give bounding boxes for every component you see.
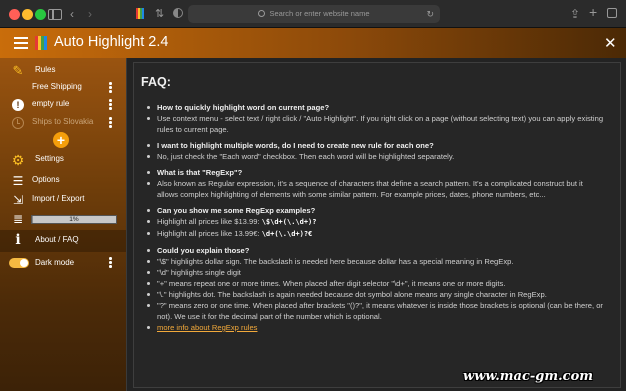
window-close-button[interactable] bbox=[9, 9, 20, 20]
import-export-label: Import / Export bbox=[32, 194, 85, 203]
rules-label: Rules bbox=[35, 65, 56, 74]
forward-icon[interactable]: › bbox=[88, 5, 92, 23]
sidebar: ✎ Rules Free Shipping ! empty rule Ships… bbox=[0, 58, 126, 391]
dark-mode-toggle[interactable] bbox=[9, 258, 29, 268]
clock-icon bbox=[12, 117, 24, 129]
dark-mode-label: Dark mode bbox=[35, 258, 75, 267]
faq-answer: Use context menu - select text / right c… bbox=[144, 113, 606, 135]
info-icon: i bbox=[15, 232, 21, 248]
example-text: Highlight all prices like 13.99€: bbox=[157, 229, 260, 238]
faq-explanation: "?" means zero or one time. When placed … bbox=[144, 300, 606, 322]
rule-label: empty rule bbox=[32, 99, 70, 108]
reload-icon[interactable]: ↻ bbox=[426, 5, 434, 23]
more-options-icon[interactable] bbox=[109, 117, 112, 129]
dark-mode-row: Dark mode bbox=[0, 253, 126, 273]
faq-answer: Also known as Regular expression, it's a… bbox=[144, 178, 606, 200]
faq-link-item: more info about RegExp rules bbox=[144, 322, 606, 333]
example-code: \d+(\.\d+)?€ bbox=[261, 230, 313, 238]
faq-list: How to quickly highlight word on current… bbox=[144, 102, 606, 333]
main-content: FAQ: How to quickly highlight word on cu… bbox=[126, 58, 626, 391]
sidebar-item-options[interactable]: ☰ Options bbox=[0, 171, 126, 191]
more-options-icon[interactable] bbox=[109, 82, 112, 94]
faq-explanation: "\$" highlights dollar sign. The backsla… bbox=[144, 256, 606, 267]
settings-label: Settings bbox=[35, 154, 64, 163]
exclamation-icon: ! bbox=[12, 99, 24, 111]
search-icon bbox=[258, 10, 266, 17]
browser-toolbar: ‹ › ⇅ Search or enter website name ↻ ⇪ + bbox=[0, 0, 626, 28]
logo-icon bbox=[35, 36, 48, 50]
sidebar-toggle-icon[interactable] bbox=[48, 9, 62, 20]
new-tab-icon[interactable]: + bbox=[589, 3, 597, 21]
share-icon[interactable]: ⇪ bbox=[570, 5, 580, 23]
window-maximize-button[interactable] bbox=[35, 9, 46, 20]
window-minimize-button[interactable] bbox=[22, 9, 33, 20]
auto-highlight-extension-icon[interactable] bbox=[136, 8, 145, 19]
sidebar-item-about-faq[interactable]: i About / FAQ bbox=[0, 230, 126, 252]
extension-contrast-icon[interactable] bbox=[173, 8, 183, 18]
faq-question: Can you show me some RegExp examples? bbox=[144, 205, 606, 216]
pencil-icon: ✎ bbox=[12, 63, 24, 78]
app-title: Auto Highlight 2.4 bbox=[54, 34, 169, 50]
more-options-icon[interactable] bbox=[109, 99, 112, 111]
faq-panel: FAQ: How to quickly highlight word on cu… bbox=[133, 62, 621, 388]
faq-question: I want to highlight multiple words, do I… bbox=[144, 140, 606, 151]
tab-overview-icon[interactable] bbox=[607, 8, 617, 18]
faq-answer: No, just check the "Each word" checkbox.… bbox=[144, 151, 606, 162]
gears-icon: ⚙ bbox=[11, 152, 25, 168]
sliders-icon: ☰ bbox=[12, 174, 24, 188]
rule-item-ships-to-slovakia[interactable]: Ships to Slovakia bbox=[0, 113, 126, 133]
address-placeholder: Search or enter website name bbox=[269, 9, 370, 18]
address-bar[interactable]: Search or enter website name ↻ bbox=[188, 5, 440, 23]
example-code: \$\d+(\.\d+)? bbox=[261, 218, 317, 226]
sidebar-item-settings[interactable]: ⚙ Settings bbox=[0, 150, 126, 170]
options-label: Options bbox=[32, 175, 60, 184]
faq-question: Could you explain those? bbox=[144, 245, 606, 256]
rule-label: Ships to Slovakia bbox=[32, 117, 94, 126]
faq-explanation: "\d" highlights single digit bbox=[144, 267, 606, 278]
about-label: About / FAQ bbox=[35, 235, 79, 244]
close-icon[interactable]: ✕ bbox=[604, 34, 617, 52]
rule-label: Free Shipping bbox=[32, 82, 82, 91]
faq-example: Highlight all prices like $13.99: \$\d+(… bbox=[144, 216, 606, 228]
more-options-icon[interactable] bbox=[109, 257, 112, 269]
example-text: Highlight all prices like $13.99: bbox=[157, 217, 260, 226]
back-icon[interactable]: ‹ bbox=[70, 5, 74, 23]
faq-explanation: "\." highlights dot. The backslash is ag… bbox=[144, 289, 606, 300]
add-rule-button[interactable]: + bbox=[53, 132, 69, 148]
storage-progress-text: 1% bbox=[69, 216, 79, 223]
watermark: www.mac-gm.com bbox=[463, 369, 593, 384]
database-icon: ≣ bbox=[12, 212, 24, 226]
faq-example: Highlight all prices like 13.99€: \d+(\.… bbox=[144, 228, 606, 240]
faq-explanation: "+" means repeat one or more times. When… bbox=[144, 278, 606, 289]
faq-question: What is that "RegExp"? bbox=[144, 167, 606, 178]
rule-item-empty-rule[interactable]: ! empty rule bbox=[0, 95, 126, 115]
extension-arrows-icon[interactable]: ⇅ bbox=[155, 5, 164, 23]
faq-question: How to quickly highlight word on current… bbox=[144, 102, 606, 113]
sidebar-item-import-export[interactable]: ⇲ Import / Export bbox=[0, 190, 126, 210]
faq-title: FAQ: bbox=[141, 75, 171, 89]
menu-icon[interactable] bbox=[14, 37, 28, 49]
file-import-icon: ⇲ bbox=[12, 193, 24, 207]
storage-progress-bar: 1% bbox=[31, 215, 117, 224]
regexp-info-link[interactable]: more info about RegExp rules bbox=[157, 323, 257, 332]
app-header: Auto Highlight 2.4 ✕ bbox=[0, 28, 626, 58]
